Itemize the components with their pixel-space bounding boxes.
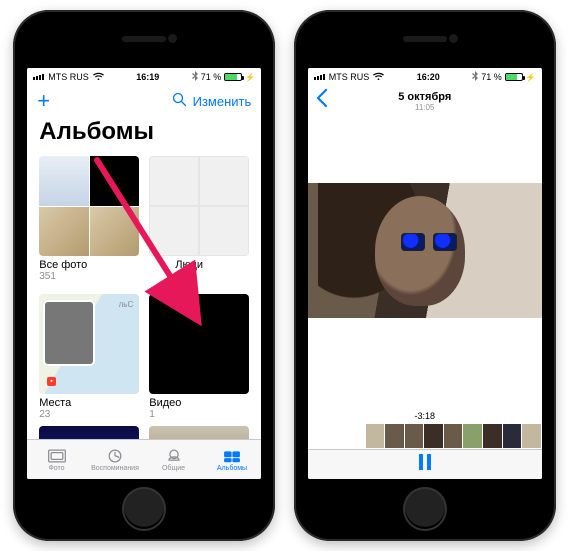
carrier-label: MTS RUS [329, 72, 370, 82]
scrubber[interactable] [308, 423, 542, 449]
album-name: Места [39, 397, 139, 409]
phone-speaker [122, 36, 166, 42]
screen-video: MTS RUS 16:20 71 % ⚡ 5 октября 1 [308, 68, 542, 479]
album-count: 1 [149, 409, 249, 420]
screen-albums: MTS RUS 16:19 71 % ⚡ + Измен [27, 68, 261, 479]
status-time: 16:19 [136, 72, 159, 82]
video-header: 5 октября 11:05 [308, 86, 542, 116]
home-button[interactable] [122, 487, 166, 531]
album-item[interactable]: Люди [149, 156, 249, 282]
battery-icon [224, 73, 242, 81]
search-icon[interactable] [172, 92, 187, 110]
nav-bar: + Изменить [27, 86, 261, 116]
phone-camera [168, 34, 177, 43]
charging-icon: ⚡ [245, 73, 255, 82]
tab-photos[interactable]: Фото [27, 440, 86, 479]
album-thumb [149, 294, 249, 394]
battery-pct: 71 % [201, 72, 222, 82]
status-bar: MTS RUS 16:19 71 % ⚡ [27, 68, 261, 86]
player-toolbar [308, 449, 542, 479]
album-count: 351 [39, 271, 139, 282]
album-item[interactable]: Видео 1 [149, 294, 249, 420]
album-name: Люди [175, 259, 249, 271]
video-area[interactable]: -3:18 [308, 116, 542, 449]
charging-icon: ⚡ [526, 73, 536, 82]
album-thumb-partial[interactable] [39, 426, 139, 439]
phone-speaker [403, 36, 447, 42]
tab-shared[interactable]: Общие [144, 440, 203, 479]
carrier-label: MTS RUS [48, 72, 89, 82]
video-frame [308, 183, 542, 318]
album-thumb-partial[interactable] [149, 426, 249, 439]
tab-memories[interactable]: Воспоминания [86, 440, 145, 479]
page-title: Альбомы [27, 116, 261, 154]
status-time: 16:20 [417, 72, 440, 82]
pause-button[interactable] [418, 454, 432, 475]
signal-icon [33, 74, 44, 80]
time-remaining: -3:18 [308, 385, 542, 423]
albums-content[interactable]: Все фото 351 Люди льС ▪ Места 23 [27, 154, 261, 439]
album-thumb [39, 156, 139, 256]
map-pin: ▪ [47, 377, 55, 386]
tab-bar: Фото Воспоминания Общие Альбомы [27, 439, 261, 479]
video-time: 11:05 [308, 103, 542, 112]
phone-camera [449, 34, 458, 43]
battery-icon [505, 73, 523, 81]
nav-right: Изменить [172, 92, 252, 110]
phone-right: MTS RUS 16:20 71 % ⚡ 5 октября 1 [294, 10, 556, 541]
bluetooth-icon [192, 71, 198, 83]
signal-icon [314, 74, 325, 80]
add-album-button[interactable]: + [37, 90, 50, 112]
bluetooth-icon [472, 71, 478, 83]
wifi-icon [93, 72, 104, 83]
home-button[interactable] [403, 487, 447, 531]
album-thumb: льС ▪ [39, 294, 139, 394]
album-item[interactable]: Все фото 351 [39, 156, 139, 282]
album-name: Все фото [39, 259, 139, 271]
phone-left: MTS RUS 16:19 71 % ⚡ + Измен [13, 10, 275, 541]
tab-albums[interactable]: Альбомы [203, 440, 262, 479]
status-bar: MTS RUS 16:20 71 % ⚡ [308, 68, 542, 86]
edit-button[interactable]: Изменить [193, 94, 252, 109]
battery-pct: 71 % [481, 72, 502, 82]
album-item[interactable]: льС ▪ Места 23 [39, 294, 139, 420]
wifi-icon [373, 72, 384, 83]
album-thumb [149, 156, 249, 256]
album-name: Видео [149, 397, 249, 409]
video-date: 5 октября [308, 91, 542, 103]
album-count: 23 [39, 409, 139, 420]
video-title: 5 октября 11:05 [308, 91, 542, 112]
